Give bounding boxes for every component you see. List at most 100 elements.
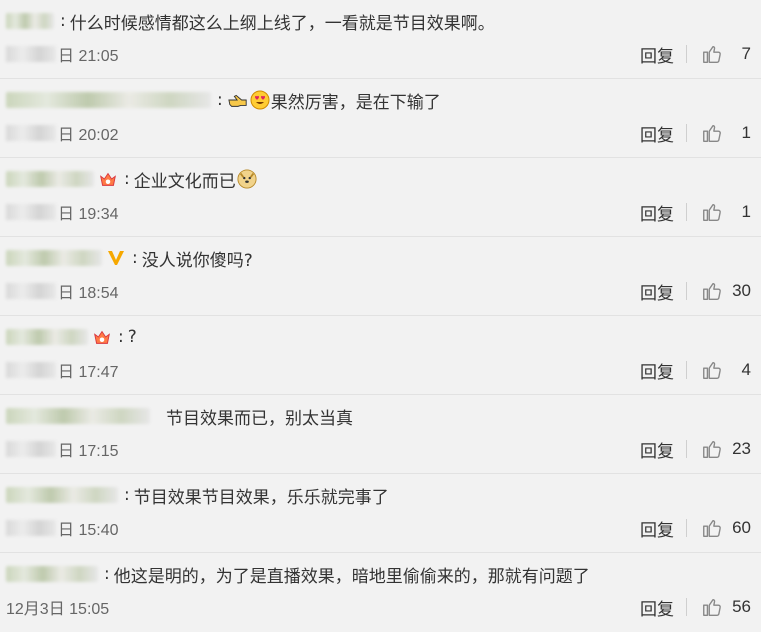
comment-meta: 日 21:05 回复 7 [6, 41, 751, 67]
like-count: 1 [741, 123, 751, 142]
like-button[interactable]: 1 [701, 201, 751, 223]
like-count: 60 [732, 518, 751, 537]
fans-crown-badge [98, 169, 118, 189]
comment-text: ? [127, 327, 137, 347]
comment-text: 什么时候感情都这么上纲上线了，一看就是节目效果啊。 [69, 13, 495, 34]
reply-button[interactable]: 回复 [640, 279, 674, 304]
like-count: 7 [741, 44, 751, 63]
like-count: 56 [732, 597, 751, 616]
comment-item: : 他这是明的，为了是直播效果，暗地里偷偷来的，那就有问题了 12月3日 15:… [0, 553, 761, 632]
reply-button[interactable]: 回复 [640, 595, 674, 620]
comment-text: 节目效果而已，别太当真 [166, 408, 353, 429]
comment-time: 12月3日 15:05 [6, 601, 110, 618]
date-blurred [6, 520, 56, 536]
reply-button[interactable]: 回复 [640, 42, 674, 67]
comment-time: 日 17:15 [58, 443, 119, 460]
like-button[interactable]: 23 [701, 438, 751, 460]
comment-list: : 什么时候感情都这么上纲上线了，一看就是节目效果啊。 日 21:05 回复 7… [0, 0, 761, 624]
comment-time: 日 15:40 [58, 522, 119, 539]
divider [686, 519, 687, 537]
comment-item: : 企业文化而已 日 19:34 回复 1 [0, 158, 761, 237]
comment-content: : 他这是明的，为了是直播效果，暗地里偷偷来的，那就有问题了 [6, 561, 751, 587]
comment-item: : ? 日 17:47 回复 4 [0, 316, 761, 395]
comment-content: : 什么时候感情都这么上纲上线了，一看就是节目效果啊。 [6, 8, 751, 34]
thumbs-up-icon [703, 203, 721, 221]
fans-crown-badge [92, 327, 112, 347]
comment-content: : 企业文化而已 [6, 166, 751, 192]
divider [686, 361, 687, 379]
reply-button[interactable]: 回复 [640, 358, 674, 383]
username-blurred[interactable] [6, 408, 150, 424]
divider [686, 282, 687, 300]
heart-eyes-emoji [250, 90, 270, 110]
like-button[interactable]: 7 [701, 43, 751, 65]
like-button[interactable]: 1 [701, 122, 751, 144]
verified-v-icon [106, 248, 126, 268]
doge-emoji [237, 169, 257, 189]
username-blurred[interactable] [6, 13, 54, 29]
comment-item: : 没人说你傻吗? 日 18:54 回复 30 [0, 237, 761, 316]
pointing-hand-emoji [228, 90, 248, 110]
comment-time: 日 18:54 [58, 285, 119, 302]
reply-button[interactable]: 回复 [640, 437, 674, 462]
date-blurred [6, 441, 56, 457]
like-count: 23 [732, 439, 751, 458]
username-blurred[interactable] [6, 171, 94, 187]
thumbs-up-icon [703, 282, 721, 300]
comment-content: : 没人说你傻吗? [6, 245, 751, 271]
thumbs-up-icon [703, 440, 721, 458]
date-blurred [6, 362, 56, 378]
like-button[interactable]: 60 [701, 517, 751, 539]
date-blurred [6, 283, 56, 299]
comment-meta: 日 20:02 回复 1 [6, 120, 751, 146]
comment-time: 日 20:02 [58, 127, 119, 144]
username-blurred[interactable] [6, 329, 88, 345]
comment-item: 节目效果而已，别太当真 日 17:15 回复 23 [0, 395, 761, 474]
thumbs-up-icon [703, 519, 721, 537]
comment-item: : 果然厉害，是在下输了 日 20:02 回复 1 [0, 79, 761, 158]
thumbs-up-icon [703, 45, 721, 63]
divider [686, 203, 687, 221]
reply-button[interactable]: 回复 [640, 516, 674, 541]
like-count: 1 [741, 202, 751, 221]
username-blurred[interactable] [6, 250, 102, 266]
comment-meta: 日 15:40 回复 60 [6, 515, 751, 541]
like-button[interactable]: 30 [701, 280, 751, 302]
thumbs-up-icon [703, 361, 721, 379]
comment-meta: 12月3日 15:05 回复 56 [6, 594, 751, 620]
comment-meta: 日 17:47 回复 4 [6, 357, 751, 383]
username-blurred[interactable] [6, 566, 98, 582]
like-count: 30 [732, 281, 751, 300]
divider [686, 45, 687, 63]
comment-text: 没人说你傻吗? [141, 250, 253, 271]
divider [686, 598, 687, 616]
comment-item: : 节目效果节目效果，乐乐就完事了 日 15:40 回复 60 [0, 474, 761, 553]
comment-content: : ? [6, 324, 751, 350]
comment-meta: 日 17:15 回复 23 [6, 436, 751, 462]
like-count: 4 [741, 360, 751, 379]
divider [686, 440, 687, 458]
comment-meta: 日 19:34 回复 1 [6, 199, 751, 225]
thumbs-up-icon [703, 598, 721, 616]
comment-time: 日 19:34 [58, 206, 119, 223]
comment-text: 他这是明的，为了是直播效果，暗地里偷偷来的，那就有问题了 [113, 566, 590, 587]
date-blurred [6, 204, 56, 220]
comment-time: 日 21:05 [58, 48, 119, 65]
like-button[interactable]: 4 [701, 359, 751, 381]
reply-button[interactable]: 回复 [640, 200, 674, 225]
divider [686, 124, 687, 142]
reply-button[interactable]: 回复 [640, 121, 674, 146]
comment-item: : 什么时候感情都这么上纲上线了，一看就是节目效果啊。 日 21:05 回复 7 [0, 0, 761, 79]
like-button[interactable]: 56 [701, 596, 751, 618]
comment-time: 日 17:47 [58, 364, 119, 381]
comment-meta: 日 18:54 回复 30 [6, 278, 751, 304]
date-blurred [6, 46, 56, 62]
comment-content: : 节目效果节目效果，乐乐就完事了 [6, 482, 751, 508]
username-blurred[interactable] [6, 487, 118, 503]
date-blurred [6, 125, 56, 141]
comment-text: 企业文化而已 [133, 171, 236, 192]
username-blurred[interactable] [6, 92, 211, 108]
comment-text: 果然厉害，是在下输了 [270, 92, 441, 113]
thumbs-up-icon [703, 124, 721, 142]
comment-content: : 果然厉害，是在下输了 [6, 87, 751, 113]
